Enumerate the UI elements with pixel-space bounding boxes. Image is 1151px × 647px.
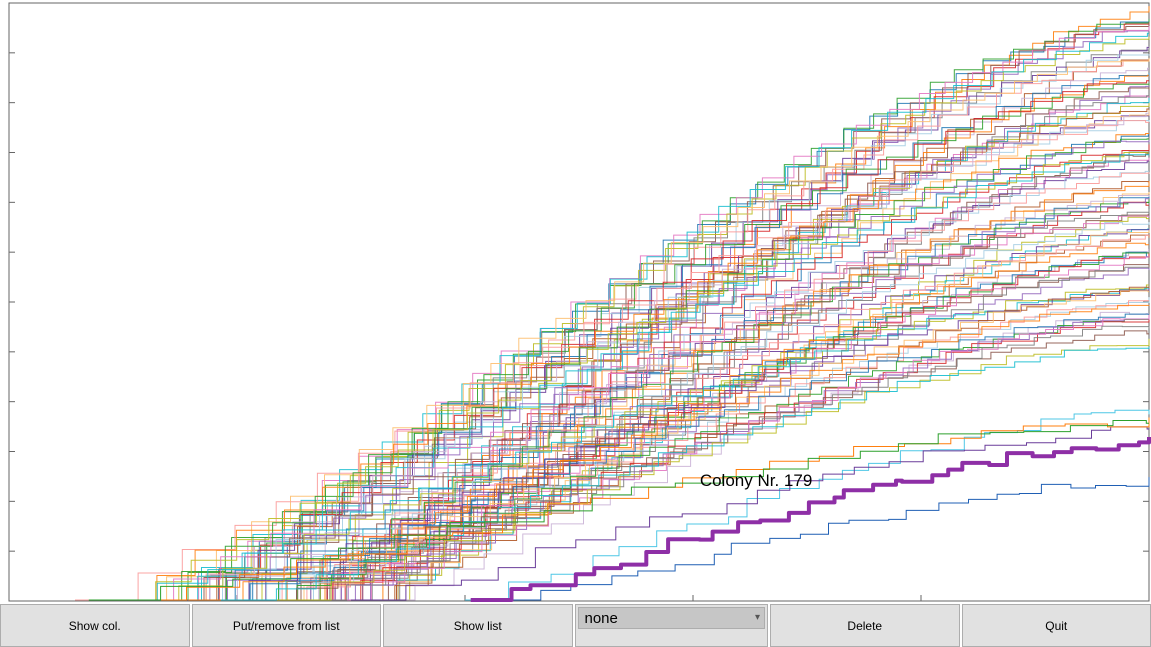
show-list-button[interactable]: Show list	[383, 604, 573, 647]
toolbar: Show col. Put/remove from list Show list…	[0, 604, 1151, 647]
plot-svg	[0, 0, 1151, 604]
put-remove-from-list-button[interactable]: Put/remove from list	[192, 604, 382, 647]
quit-button[interactable]: Quit	[962, 604, 1151, 647]
series-select[interactable]: none ▾	[578, 607, 766, 629]
chevron-down-icon: ▾	[755, 613, 760, 623]
series-select-value: none	[585, 610, 618, 627]
series-select-cell: none ▾	[575, 604, 769, 647]
delete-button[interactable]: Delete	[770, 604, 960, 647]
plot-area[interactable]: Colony Nr. 179	[0, 0, 1151, 604]
show-col-button[interactable]: Show col.	[0, 604, 190, 647]
